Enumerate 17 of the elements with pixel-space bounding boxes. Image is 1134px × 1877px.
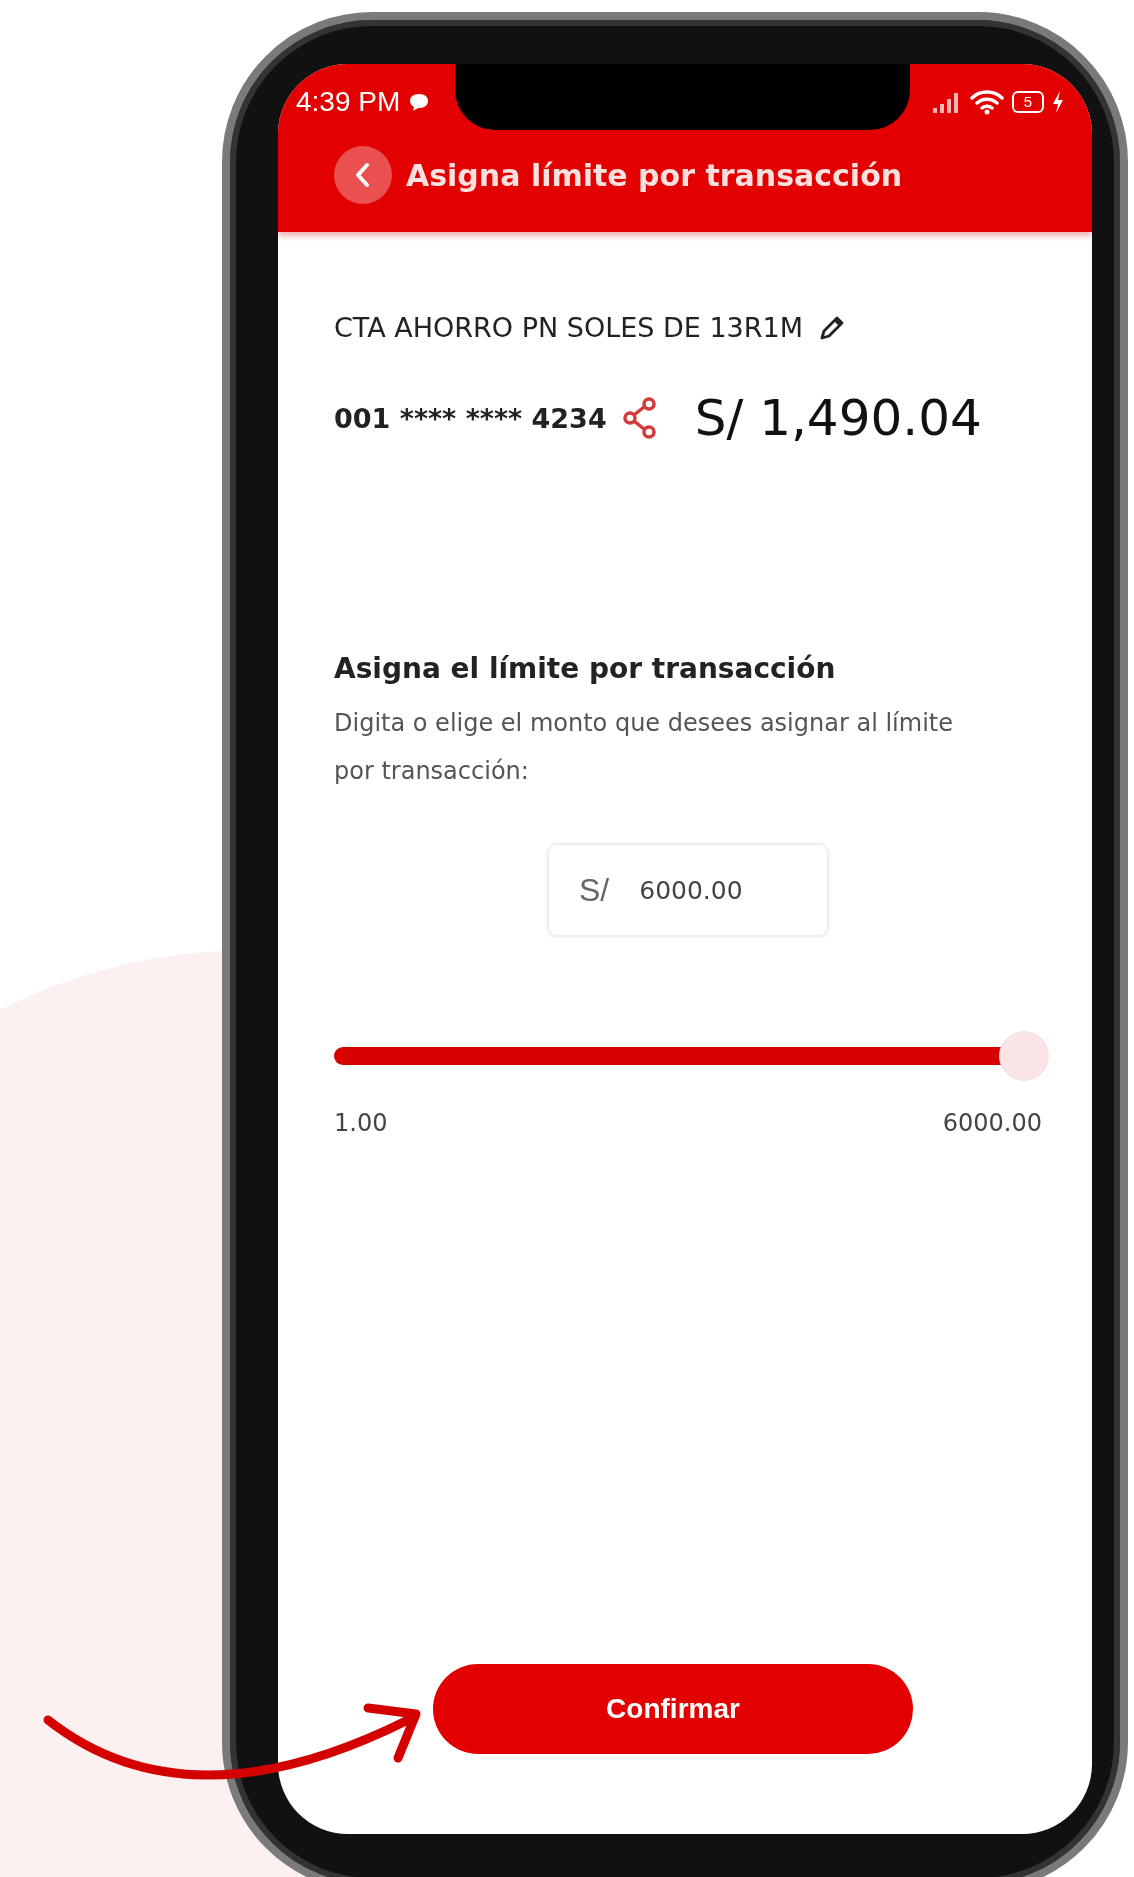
battery-icon: 5 <box>1011 91 1044 113</box>
charging-bolt-icon <box>1052 91 1064 113</box>
account-number: 001 **** **** 4234 <box>334 402 607 434</box>
slider-max-label: 6000.00 <box>942 1109 1042 1137</box>
slider-min-label: 1.00 <box>334 1109 388 1137</box>
chat-bubble-icon <box>408 92 431 112</box>
chevron-left-icon <box>354 162 372 188</box>
instruction-text: Digita o elige el monto que desees asignar al límite por transacción: <box>334 708 954 787</box>
account-name: CTA AHORRO PN SOLES DE 13R1M <box>334 312 803 343</box>
amount-field[interactable]: S/ 6000.00 <box>547 843 829 937</box>
account-balance: S/ 1,490.04 <box>694 389 982 447</box>
slider-handle[interactable] <box>999 1031 1049 1081</box>
section-heading: Asigna el límite por transacción <box>334 652 837 685</box>
wifi-icon <box>969 89 1004 115</box>
confirm-button[interactable]: Confirmar <box>433 1664 913 1754</box>
screen-title: Asigna límite por transacción <box>406 157 903 193</box>
status-time: 4:39 PM <box>296 86 401 118</box>
